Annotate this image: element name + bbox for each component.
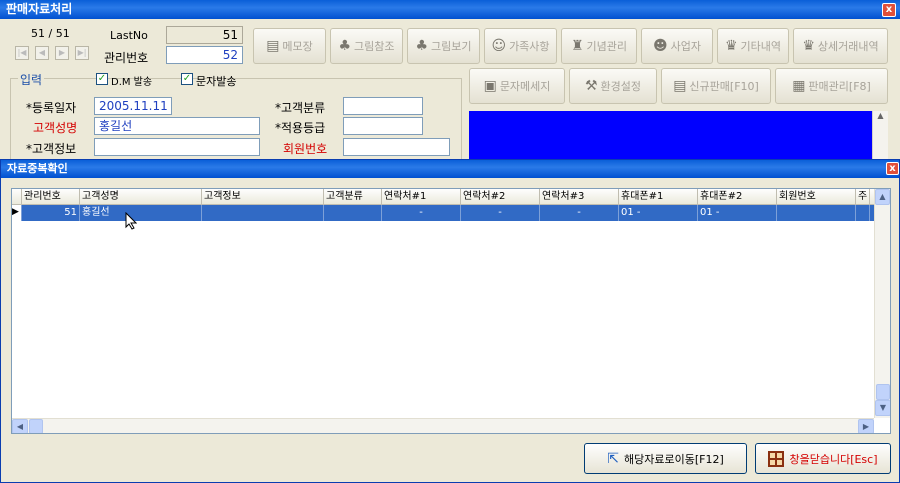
settings-icon: ⚒: [584, 78, 598, 94]
bag-icon: ♛: [802, 38, 815, 54]
sales-mgmt-button[interactable]: ▦ 판매관리[F8]: [775, 68, 888, 104]
scroll-left-icon[interactable]: ◀: [12, 419, 28, 433]
cell-contact1: -: [382, 205, 461, 221]
close-window-button[interactable]: 창을닫습니다[Esc]: [755, 443, 891, 474]
reg-date-label: *등록일자: [26, 101, 77, 115]
hscroll-thumb[interactable]: [29, 419, 43, 433]
tree-icon: ♣: [338, 38, 352, 54]
sms-label: 문자발송: [196, 75, 237, 88]
dialog-close-icon[interactable]: x: [886, 162, 899, 175]
input-section-label: 입력: [18, 71, 45, 88]
cell-contact2: -: [461, 205, 540, 221]
sales-mgmt-icon: ▦: [792, 78, 806, 94]
scroll-down-icon[interactable]: ▼: [875, 400, 890, 416]
cell-mgmt-number: 51: [22, 205, 80, 221]
grade-label: *적용등급: [275, 121, 326, 135]
cell-contact3: -: [540, 205, 619, 221]
lastno-field: 51: [166, 26, 243, 44]
col-header[interactable]: 회원번호: [777, 189, 856, 204]
first-record-button[interactable]: |◀: [15, 46, 29, 60]
bag-icon: ♛: [724, 38, 738, 54]
main-window-title: 판매자료처리: [6, 2, 73, 16]
cell-customer-name: 홍길선: [80, 205, 202, 221]
other-history-button[interactable]: ♛ 기타내역: [717, 28, 789, 64]
col-header[interactable]: 연락처#1: [382, 189, 461, 204]
lastno-label: LastNo: [110, 29, 148, 42]
member-number-label: 회원번호: [283, 142, 328, 156]
tree-icon: ♣: [415, 38, 429, 54]
next-record-button[interactable]: ▶: [55, 46, 69, 60]
member-number-field[interactable]: [343, 138, 450, 156]
scroll-thumb[interactable]: [876, 384, 890, 400]
image-ref-button[interactable]: ♣ 그림참조: [330, 28, 403, 64]
settings-button[interactable]: ⚒ 환경설정: [569, 68, 657, 104]
new-sale-button[interactable]: ▤ 신규판매[F10]: [661, 68, 771, 104]
cell-customer-info: [202, 205, 324, 221]
col-header[interactable]: 고객분류: [324, 189, 382, 204]
grid-header: 관리번호 고객성명 고객정보 고객분류 연락처#1 연락처#2 연락처#3 휴대…: [12, 189, 874, 205]
cell-mobile1: 01 -: [619, 205, 698, 221]
main-titlebar: 판매자료처리: [0, 0, 900, 19]
customer-name-label: 고객성명: [33, 121, 78, 135]
dialog-titlebar: 자료중복확인: [1, 160, 899, 178]
duplicate-grid: 관리번호 고객성명 고객정보 고객분류 연락처#1 연락처#2 연락처#3 휴대…: [11, 188, 891, 434]
col-header[interactable]: 관리번호: [22, 189, 80, 204]
memo-button[interactable]: ▤ 메모장: [253, 28, 326, 64]
family-button[interactable]: ☺ 가족사항: [484, 28, 557, 64]
col-header[interactable]: 휴대폰#2: [698, 189, 777, 204]
duplicate-dialog: 자료중복확인 x 관리번호 고객성명 고객정보 고객분류 연락처#1 연락처#2…: [0, 159, 900, 483]
goto-record-icon: ⇱: [607, 450, 619, 467]
row-indicator-header: [12, 189, 22, 204]
mgmt-number-label: 관리번호: [104, 51, 149, 65]
last-record-button[interactable]: ▶|: [75, 46, 89, 60]
reg-date-field[interactable]: 2005.11.11: [94, 97, 172, 115]
detail-trade-button[interactable]: ♛ 상세거래내역: [793, 28, 888, 64]
goto-record-button[interactable]: ⇱ 해당자료로이동[F12]: [584, 443, 747, 474]
cell-mobile2: 01 -: [698, 205, 777, 221]
col-header[interactable]: 주: [856, 189, 870, 204]
cell-member-number: [777, 205, 856, 221]
dialog-title: 자료중복확인: [7, 162, 68, 175]
grade-field[interactable]: [343, 117, 423, 135]
business-button[interactable]: ☻ 사업자: [641, 28, 713, 64]
row-indicator-icon: ▶: [12, 205, 22, 221]
window-grid-icon: [768, 450, 785, 467]
message-button[interactable]: ▣ 문자메세지: [469, 68, 565, 104]
dm-label: D.M 발송: [111, 77, 153, 88]
customer-class-label: *고객분류: [275, 101, 326, 115]
image-view-button[interactable]: ♣ 그림보기: [407, 28, 480, 64]
prev-record-button[interactable]: ◀: [35, 46, 49, 60]
grid-hscrollbar[interactable]: ◀ ▶: [12, 418, 874, 433]
bottle-icon: ♜: [570, 38, 584, 54]
customer-name-field[interactable]: 홍길선: [94, 117, 260, 135]
info-panel-scrollbar[interactable]: ▲: [872, 111, 888, 159]
grid-vscrollbar[interactable]: ▲ ▼: [874, 189, 890, 418]
table-row[interactable]: ▶ 51 홍길선 - - - 01 - 01 -: [12, 205, 874, 221]
cell-extra: [856, 205, 870, 221]
col-header[interactable]: 휴대폰#1: [619, 189, 698, 204]
col-header[interactable]: 고객성명: [80, 189, 202, 204]
mouse-cursor-icon: [125, 211, 138, 233]
info-panel: [469, 111, 872, 159]
dm-checkbox[interactable]: ✓: [96, 73, 108, 85]
col-header[interactable]: 연락처#3: [540, 189, 619, 204]
col-header[interactable]: 연락처#2: [461, 189, 540, 204]
main-close-button[interactable]: x: [882, 3, 896, 17]
record-counter: 51 / 51: [31, 27, 70, 40]
new-sale-icon: ▤: [673, 78, 687, 94]
family-icon: ☺: [491, 38, 507, 54]
sms-checkbox[interactable]: ✓: [181, 73, 193, 85]
person-icon: ☻: [653, 38, 668, 54]
notepad-icon: ▤: [266, 38, 280, 54]
col-header[interactable]: 고객정보: [202, 189, 324, 204]
message-icon: ▣: [483, 78, 497, 94]
customer-info-label: *고객정보: [26, 142, 77, 156]
scroll-right-icon[interactable]: ▶: [858, 419, 874, 433]
mgmt-number-field[interactable]: 52: [166, 46, 243, 64]
anniversary-button[interactable]: ♜ 기념관리: [561, 28, 637, 64]
customer-info-field[interactable]: [94, 138, 260, 156]
customer-class-field[interactable]: [343, 97, 423, 115]
cell-customer-class: [324, 205, 382, 221]
scroll-up-icon[interactable]: ▲: [875, 189, 890, 205]
